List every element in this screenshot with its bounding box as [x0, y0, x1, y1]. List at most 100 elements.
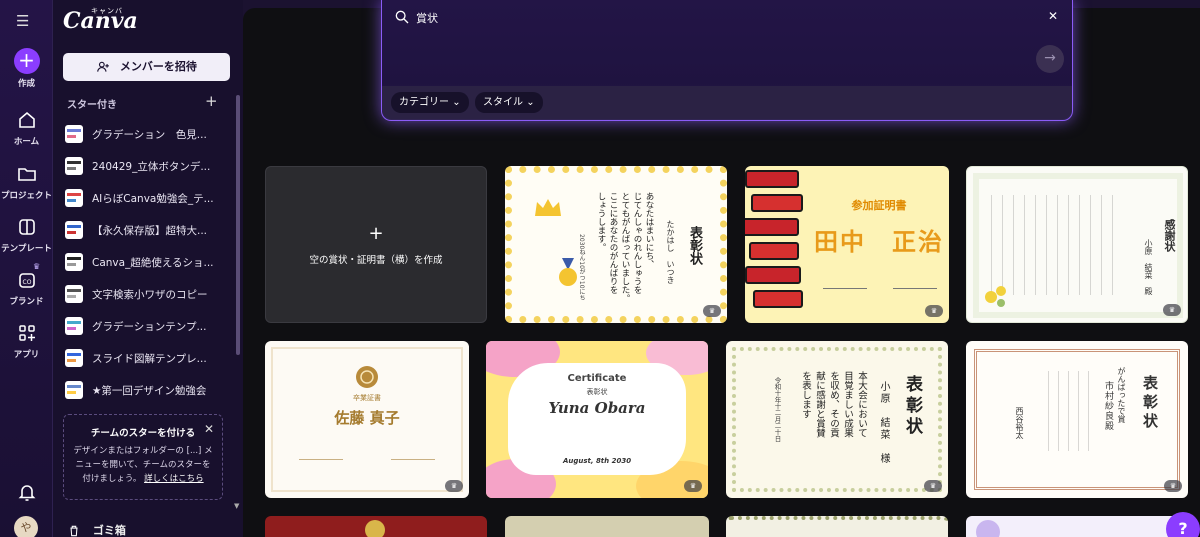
card-date: August, 8th 2030	[562, 457, 632, 465]
starred-item[interactable]: 【永久保存版】超特大...	[65, 214, 233, 246]
rail-item-apps[interactable]: アプリ	[0, 321, 53, 360]
rail-item-label: アプリ	[13, 350, 40, 360]
search-submit-button[interactable]: →	[1036, 45, 1064, 73]
crown-icon: ♛	[33, 262, 41, 271]
card-title: 感謝状	[1163, 219, 1176, 252]
template-card[interactable]: 参加証明書 田中 正治 ♛	[745, 166, 949, 323]
template-card[interactable]: Certificate 表彰状 Yuna Obara August, 8th 2…	[486, 341, 708, 498]
card-title: 参加証明書	[851, 199, 907, 212]
style-filter-label: スタイル	[483, 97, 523, 108]
sidebar-scrollbar[interactable]	[236, 95, 240, 355]
apps-icon	[18, 325, 35, 341]
premium-crown-icon: ♛	[445, 480, 463, 492]
flower-illustration	[981, 279, 1011, 309]
card-name: 小原 結菜 様	[878, 381, 889, 465]
template-card[interactable]: 卒業証書 佐藤 真子 ♛	[265, 341, 469, 498]
starred-item[interactable]: 240429_立体ボタンデ...	[65, 150, 233, 182]
avatar[interactable]: や	[14, 516, 38, 537]
bell-icon	[18, 485, 35, 501]
starred-item-label: Canva_超絶使えるショ...	[92, 256, 214, 269]
card-body-3: 献に感謝と賞賛	[814, 371, 825, 438]
design-thumbnail	[65, 381, 83, 399]
template-card[interactable]: 表彰状 がんばったで賞 市村紗良殿 西谷裕太 ♛	[966, 341, 1188, 498]
category-filter-button[interactable]: カテゴリー ⌄	[391, 92, 469, 113]
rail-item-label: ホーム	[13, 137, 40, 147]
card-body-0: あなたはまいにち、	[644, 192, 654, 269]
card-body-0: 本大会において	[856, 371, 867, 438]
learn-more-link[interactable]: 詳しくはこちら	[144, 474, 204, 484]
signature-line	[391, 459, 435, 460]
close-icon[interactable]: ✕	[204, 422, 214, 436]
starred-item[interactable]: Canva_超絶使えるショ...	[65, 246, 233, 278]
chevron-down-icon: ⌄	[452, 97, 461, 108]
books-illustration	[745, 170, 803, 318]
design-thumbnail	[65, 253, 83, 271]
collapse-sidebar-icon[interactable]: ☰	[16, 12, 29, 30]
card-title: 表彰状	[687, 226, 702, 265]
trash-item[interactable]: ゴミ箱	[67, 522, 126, 537]
starred-item-label: AIらぼCanva勉強会_テ...	[92, 192, 214, 205]
design-thumbnail	[65, 125, 83, 143]
scroll-down-icon[interactable]: ▼	[234, 502, 239, 510]
rail-create-label: 作成	[17, 79, 35, 89]
rail-item-projects[interactable]: プロジェクト	[0, 162, 53, 201]
rail-item-templates[interactable]: テンプレート	[0, 215, 53, 254]
signature-line	[299, 459, 343, 460]
starred-item[interactable]: スライド図解テンプレ...	[65, 342, 233, 374]
search-panel: 賞状 ✕ → カテゴリー ⌄ スタイル ⌄	[381, 0, 1073, 121]
rail-item-home[interactable]: ホーム	[0, 108, 53, 147]
brand-icon: CO	[18, 273, 35, 288]
card-date: 令和十年十二月二十日	[773, 377, 781, 442]
starred-item-label: スライド図解テンプレ...	[92, 352, 207, 365]
premium-crown-icon: ♛	[1164, 480, 1182, 492]
body-text-placeholder	[1048, 371, 1098, 451]
template-card[interactable]	[726, 516, 948, 537]
card-name: Yuna Obara	[548, 399, 646, 417]
card-name: たかはし いつき	[666, 220, 675, 284]
rail-item-brand[interactable]: ♛ CO ブランド	[0, 262, 53, 307]
template-icon	[18, 219, 35, 235]
template-card[interactable]: 表彰状 たかはし いつき あなたはまいにち、 じてんしゃのれんしゅうを とてもが…	[505, 166, 727, 323]
invite-members-button[interactable]: メンバーを招待	[63, 53, 230, 81]
template-card[interactable]	[265, 516, 487, 537]
team-star-tip: ✕ チームのスターを付ける デザインまたはフォルダーの [...] メニューを開…	[63, 414, 223, 500]
rail-item-label: テンプレート	[1, 244, 52, 254]
template-card[interactable]	[505, 516, 709, 537]
starred-item[interactable]: 文字検索小ワザのコピー	[65, 278, 233, 310]
premium-crown-icon: ♛	[924, 480, 942, 492]
card-subtitle: がんばったで賞	[1117, 367, 1126, 423]
signature-line	[823, 288, 867, 289]
card-body-2: とてもがんばっていました。	[620, 192, 630, 303]
starred-item[interactable]: ★第一回デザイン勉強会	[65, 374, 233, 406]
template-card[interactable]	[966, 516, 1188, 537]
create-blank-design-button[interactable]: + 空の賞状・証明書（横）を作成	[265, 166, 487, 323]
rail-item-label: プロジェクト	[0, 191, 52, 201]
card-date: 2030ねん10がつ10にち	[578, 234, 585, 301]
template-card[interactable]: 表彰状 小原 結菜 様 本大会において 目覚ましい成果 を収め、その貢 献に感謝…	[726, 341, 948, 498]
starred-item-label: ★第一回デザイン勉強会	[92, 384, 207, 397]
create-blank-label: 空の賞状・証明書（横）を作成	[309, 255, 443, 266]
rail-create[interactable]: + 作成	[0, 48, 53, 89]
starred-item-label: 文字検索小ワザのコピー	[92, 288, 208, 301]
premium-crown-icon: ♛	[1163, 304, 1181, 316]
card-body-1: 目覚ましい成果	[842, 371, 853, 438]
card-sender: 西谷裕太	[1015, 407, 1024, 439]
clear-search-icon[interactable]: ✕	[1048, 9, 1058, 23]
design-thumbnail	[65, 157, 83, 175]
sidebar-panel: Canva キャンバ メンバーを招待 スター付き + グラデーション 色見...…	[53, 0, 243, 537]
medal-illustration	[557, 258, 579, 292]
card-title: 表彰状	[1141, 375, 1159, 432]
notifications-button[interactable]	[0, 480, 53, 504]
starred-item[interactable]: グラデーションテンプ...	[65, 310, 233, 342]
premium-crown-icon: ♛	[703, 305, 721, 317]
starred-item[interactable]: AIらぼCanva勉強会_テ...	[65, 182, 233, 214]
add-starred-icon[interactable]: +	[205, 92, 218, 110]
search-input[interactable]: 賞状	[416, 10, 438, 26]
invite-members-label: メンバーを招待	[119, 60, 197, 73]
template-card[interactable]: 感謝状 小原 結菜 殿 ♛	[966, 166, 1188, 323]
starred-item[interactable]: グラデーション 色見...	[65, 118, 233, 150]
premium-crown-icon: ♛	[925, 305, 943, 317]
add-user-icon	[97, 61, 109, 72]
style-filter-button[interactable]: スタイル ⌄	[475, 92, 543, 113]
card-body-4: を表します	[800, 371, 811, 419]
